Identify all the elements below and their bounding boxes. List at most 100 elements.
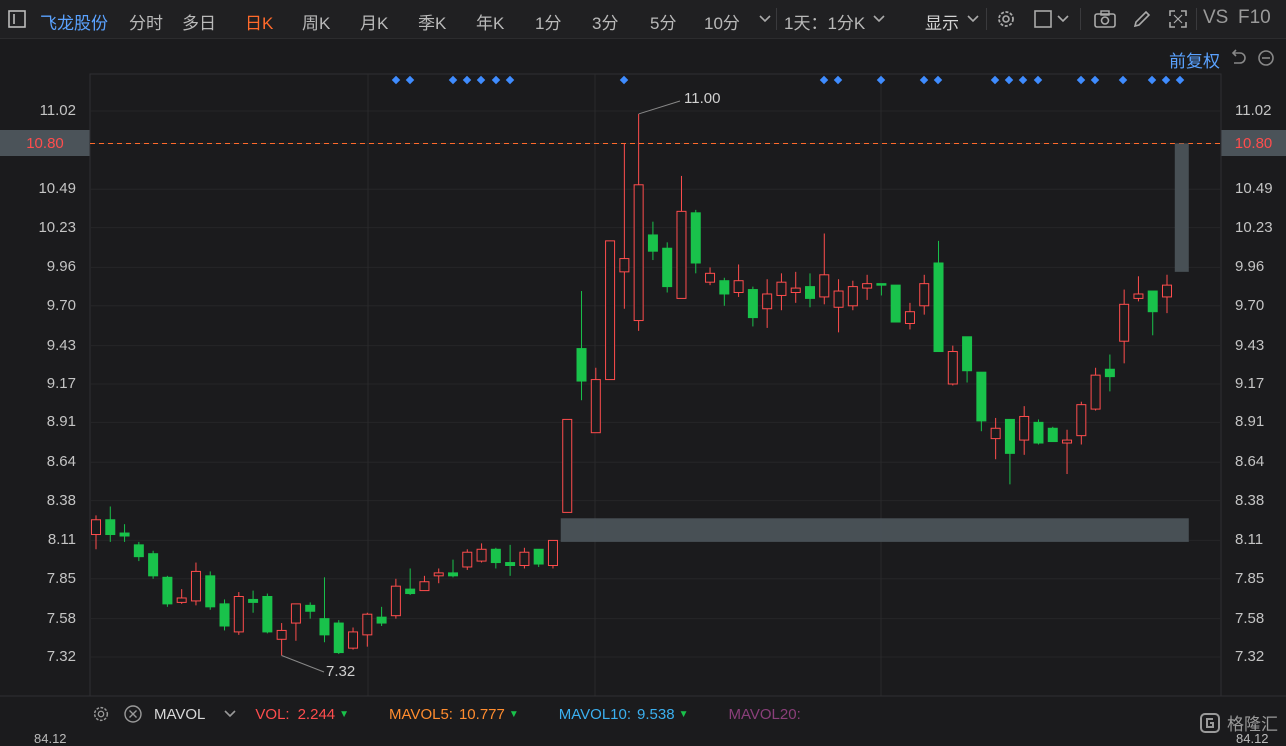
candle-body	[1062, 439, 1073, 444]
candle-body	[1104, 368, 1115, 378]
indicator-name[interactable]: MAVOL	[154, 706, 205, 723]
signal-dot	[833, 75, 843, 85]
signal-dot	[1161, 75, 1171, 85]
candle-body	[1076, 404, 1087, 437]
candle-body	[133, 544, 144, 558]
candle-body	[448, 572, 458, 577]
candle-body	[747, 289, 758, 319]
gelonghui-logo-icon	[1200, 712, 1220, 733]
low-annotation: 7.32	[326, 663, 356, 680]
watermark: 格隆汇	[1199, 710, 1278, 735]
mavol20-label: MAVOL20:	[728, 705, 801, 723]
candle-body	[319, 618, 330, 636]
vol-value: 2.244	[297, 705, 336, 723]
candle-body	[533, 548, 544, 565]
candle-body	[176, 597, 187, 603]
mavol5-value: 10.777	[458, 705, 505, 723]
signal-dot	[505, 75, 515, 85]
close-icon[interactable]	[122, 703, 144, 725]
signal-dot	[1090, 75, 1100, 85]
candlestick-chart[interactable]	[0, 0, 1286, 739]
candle-body	[1147, 290, 1158, 313]
candle-body	[1119, 303, 1130, 342]
candle-body	[205, 575, 216, 608]
candle-body	[705, 272, 716, 283]
candle-body	[376, 616, 387, 624]
signal-dot	[990, 75, 1000, 85]
candle-body	[576, 348, 587, 382]
candle-body	[619, 258, 630, 273]
candle-body	[333, 622, 344, 654]
candle-body	[976, 371, 987, 422]
candle-body	[833, 290, 844, 308]
candle-body	[876, 283, 887, 286]
mavol10-label: MAVOL10:	[558, 705, 632, 723]
candle-body	[505, 562, 516, 567]
candle-body	[305, 604, 316, 612]
signal-dot	[1004, 75, 1014, 85]
candle-body	[233, 595, 244, 633]
watermark-text: 格隆汇	[1227, 715, 1278, 734]
candle-body	[1004, 418, 1015, 454]
candle-body	[776, 281, 787, 296]
signal-dot	[1175, 75, 1185, 85]
candle-body	[1047, 427, 1058, 443]
plot-frame	[89, 73, 1222, 697]
signal-dot	[405, 75, 415, 85]
candle-body	[890, 284, 901, 323]
candle-body	[862, 283, 873, 289]
candle-body	[662, 247, 673, 288]
signal-dot	[1118, 75, 1128, 85]
candle-body	[519, 551, 530, 567]
candle-body	[919, 283, 930, 307]
high-leader-line	[638, 100, 681, 115]
down-arrow-icon: ▼	[508, 708, 519, 720]
candle-body	[433, 572, 444, 577]
signal-dot	[491, 75, 501, 85]
candle-body	[947, 351, 958, 385]
zone-box	[560, 518, 1189, 542]
candle-body	[805, 286, 815, 299]
signal-dot	[1033, 75, 1043, 85]
candle-body	[248, 598, 259, 603]
candle-body	[1090, 374, 1101, 410]
candle-body	[819, 274, 830, 298]
signal-dot	[476, 75, 486, 85]
candle-body	[105, 519, 116, 536]
signal-dot	[1076, 75, 1086, 85]
candle-body	[990, 427, 1001, 440]
settings-gear-icon[interactable]	[90, 703, 112, 725]
candle-body	[405, 588, 416, 595]
candle-body	[690, 212, 701, 264]
candle-body	[733, 280, 744, 294]
signal-dot	[619, 75, 629, 85]
candle-body	[1033, 421, 1044, 444]
candle-body	[190, 570, 201, 602]
candle-body	[290, 603, 301, 624]
candle-body	[390, 585, 401, 617]
mavol5-label: MAVOL5:	[389, 705, 453, 723]
candle-body	[590, 379, 601, 434]
signal-dot	[819, 75, 829, 85]
signal-dot	[1147, 75, 1157, 85]
candle-body	[933, 262, 944, 353]
candle-body	[1019, 415, 1030, 441]
candle-body	[633, 184, 644, 322]
signal-dot	[448, 75, 458, 85]
signal-dot	[919, 75, 929, 85]
candle-body	[476, 548, 487, 562]
chevron-down-icon[interactable]	[223, 703, 237, 725]
signal-dot	[876, 75, 886, 85]
candle-body	[262, 595, 273, 633]
candle-body	[1162, 284, 1172, 298]
candle-body	[676, 210, 687, 299]
mavol10-value: 9.538	[637, 705, 675, 723]
signal-dot	[933, 75, 943, 85]
candle-body	[962, 336, 973, 372]
candle-body	[847, 286, 858, 307]
down-arrow-icon: ▼	[678, 708, 689, 720]
candle-body	[562, 418, 573, 513]
high-annotation: 11.00	[684, 90, 721, 107]
vol-label: VOL:	[255, 705, 290, 723]
candle-body	[91, 519, 101, 536]
